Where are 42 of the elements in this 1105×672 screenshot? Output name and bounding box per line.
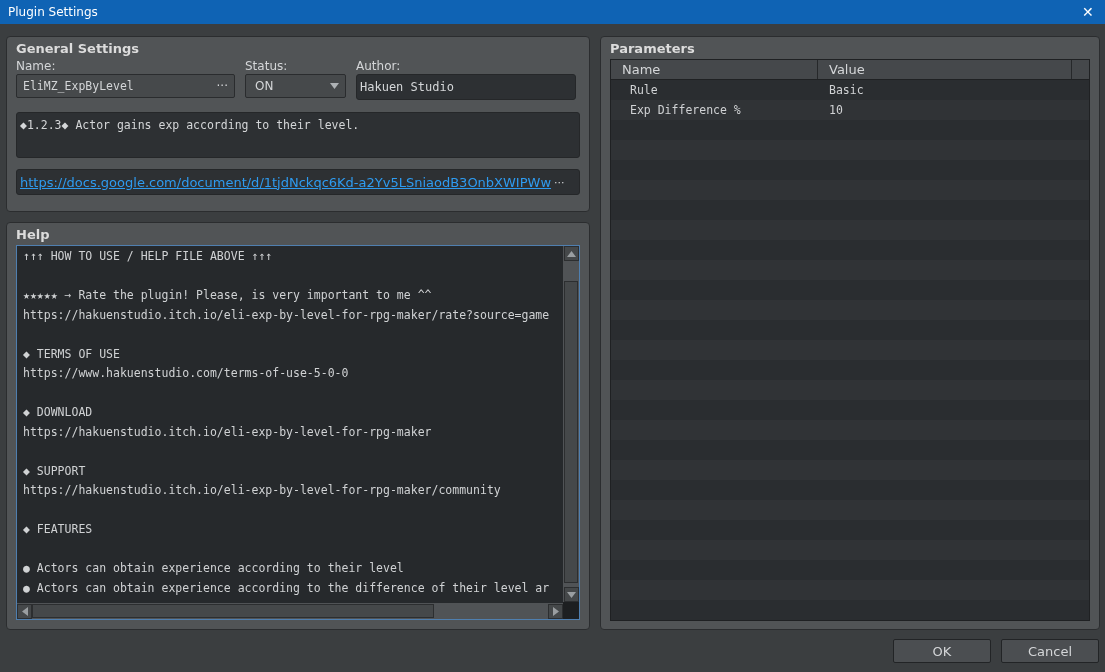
help-line: https://hakuenstudio.itch.io/eli-exp-by-level-for-rpg-maker xyxy=(23,424,432,439)
url-link[interactable]: https://docs.google.com/document/d/1tjdNckqc6Kd-a2Yv5LSniaodB3OnbXWIPWw xyxy=(20,174,552,190)
help-line: ◆ DOWNLOAD xyxy=(23,405,93,419)
scroll-down-icon[interactable] xyxy=(566,591,576,598)
table-cell-text: Basic xyxy=(829,82,864,99)
help-line: ● Actors can obtain experience according to the difference of their level ar xyxy=(23,580,550,595)
scrollbar-corner xyxy=(563,602,579,619)
help-line: https://hakuenstudio.itch.io/eli-exp-by-level-for-rpg-maker/community xyxy=(23,483,501,497)
help-line: ◆ SUPPORT xyxy=(23,463,86,478)
table-cell-text: Rule xyxy=(629,82,659,99)
horizontal-scrollbar[interactable] xyxy=(17,603,563,619)
ellipsis-text: ··· xyxy=(554,175,565,189)
column-header[interactable]: Name xyxy=(611,60,818,79)
help-line: ★★★★★ → Rate the plugin! Please, is very important to me ^^ xyxy=(23,288,432,302)
help-line: ● Actors can obtain experience according to their level xyxy=(23,561,404,575)
author-field[interactable]: Hakuen Studio xyxy=(356,74,576,100)
field-label: Status: xyxy=(245,59,289,73)
help-line: ◆ TERMS OF USE xyxy=(23,346,120,361)
field-label: Name: xyxy=(16,59,57,73)
panel-title: General Settings xyxy=(16,41,141,56)
field-label: Author: xyxy=(356,59,402,73)
window-title: Plugin Settings xyxy=(8,5,98,19)
ok-button[interactable]: OK xyxy=(893,639,991,663)
scroll-right-icon[interactable] xyxy=(552,606,559,616)
table-cell-text: Exp Difference % xyxy=(629,102,742,119)
column-header[interactable]: Value xyxy=(818,60,1072,79)
cancel-button[interactable]: Cancel xyxy=(1001,639,1099,663)
close-button[interactable]: ✕ xyxy=(1071,0,1105,24)
caret-icon xyxy=(330,83,339,89)
name-field[interactable]: EliMZ_ExpByLevel ··· xyxy=(16,74,235,98)
help-line: ↑↑↑ HOW TO USE / HELP FILE ABOVE ↑↑↑ xyxy=(23,249,273,263)
status-dropdown[interactable]: ON xyxy=(245,74,346,98)
help-line: https://hakuenstudio.itch.io/eli-exp-by-level-for-rpg-maker/rate?source=game xyxy=(23,307,550,322)
scroll-up-icon[interactable] xyxy=(566,250,576,257)
help-line: https://www.hakuenstudio.com/terms-of-use-5-0-0 xyxy=(23,366,349,380)
table-cell-text: 10 xyxy=(829,102,843,119)
scroll-left-icon[interactable] xyxy=(21,606,28,616)
help-line: ◆ FEATURES xyxy=(23,522,93,536)
description-field[interactable]: ◆1.2.3◆ Actor gains exp according to their level. xyxy=(16,112,580,158)
panel-title: Help xyxy=(16,227,51,242)
panel-title: Parameters xyxy=(610,41,696,56)
vertical-scrollbar[interactable] xyxy=(563,246,579,602)
